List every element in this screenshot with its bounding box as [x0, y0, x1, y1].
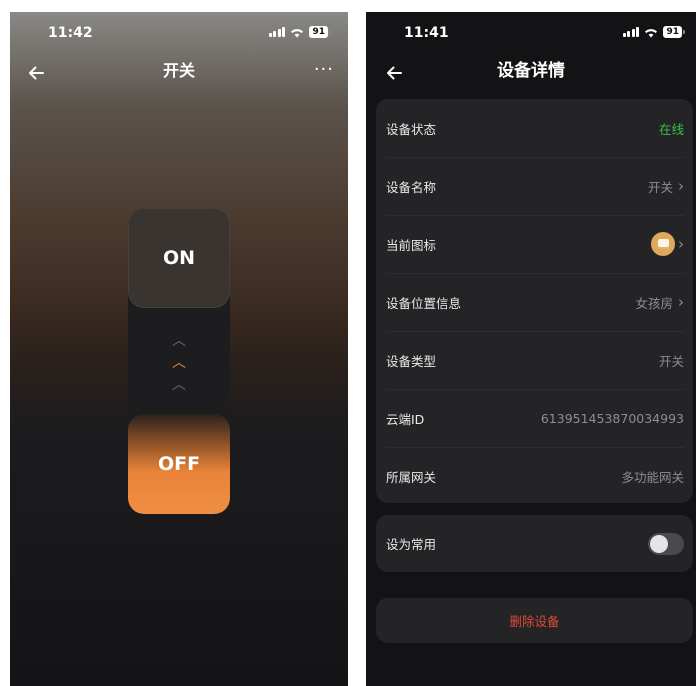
- device-name-row[interactable]: 设备名称 开关 ›: [376, 157, 693, 215]
- current-icon-row[interactable]: 当前图标 ›: [376, 215, 693, 273]
- device-name-value: 开关: [647, 179, 673, 195]
- chevron-up-icon: ︿: [172, 355, 186, 371]
- favorite-toggle[interactable]: [648, 532, 684, 555]
- status-time: 11:42: [48, 25, 93, 41]
- nav-bar: 设备详情: [366, 56, 696, 86]
- device-type-row: 设备类型 开关: [376, 331, 693, 389]
- device-details-screen: 11:41 91 设备详情 设备状态 在线 设备名称 开关 › 当前图标 › 设…: [366, 12, 696, 686]
- chevron-up-icon: ︿: [172, 333, 186, 349]
- switch-control-screen: 11:42 91 开关 ··· ON ︿ ︿ ︿ OFF: [10, 12, 348, 686]
- wifi-icon: [645, 28, 658, 37]
- off-button[interactable]: OFF: [128, 414, 230, 514]
- battery-icon: 91: [309, 26, 331, 38]
- system-icons: 91: [268, 26, 331, 38]
- chevron-right-icon: ›: [678, 293, 684, 311]
- row-label: 设备位置信息: [386, 295, 462, 311]
- status-row: 设备状态 在线: [376, 99, 693, 157]
- status-bar: 11:41 91: [366, 12, 696, 52]
- gateway-value: 多功能网关: [621, 469, 684, 485]
- favorite-row: 设为常用: [376, 515, 693, 572]
- signal-icon: [268, 27, 286, 37]
- row-label: 云端ID: [386, 411, 425, 427]
- row-label: 设备类型: [386, 353, 437, 369]
- row-label: 所属网关: [386, 469, 437, 485]
- row-value-wrap: 女孩房 ›: [635, 293, 684, 312]
- nav-bar: 开关 ···: [10, 56, 348, 86]
- cloud-id-value: 613951453870034993: [540, 410, 684, 426]
- delete-device-button[interactable]: 删除设备: [376, 598, 693, 643]
- status-value: 在线: [658, 121, 684, 137]
- device-icon-thumbnail: [651, 232, 675, 256]
- row-label: 当前图标: [386, 237, 437, 253]
- location-value: 女孩房: [635, 295, 673, 311]
- favorite-card: 设为常用: [376, 515, 693, 572]
- status-time: 11:41: [404, 25, 449, 41]
- chevron-right-icon: ›: [678, 177, 684, 195]
- delete-label: 删除设备: [509, 614, 560, 629]
- device-type-value: 开关: [658, 353, 684, 369]
- battery-icon: 91: [663, 26, 685, 38]
- system-icons: 91: [622, 26, 685, 38]
- swipe-indicator: ︿ ︿ ︿: [128, 330, 230, 396]
- row-label: 设备状态: [386, 121, 437, 137]
- page-title: 开关: [162, 61, 195, 80]
- more-icon[interactable]: ···: [314, 56, 334, 84]
- location-row[interactable]: 设备位置信息 女孩房 ›: [376, 273, 693, 331]
- status-bar: 11:42 91: [10, 12, 348, 52]
- chevron-up-icon: ︿: [172, 377, 186, 393]
- gateway-row: 所属网关 多功能网关: [376, 447, 693, 505]
- wifi-icon: [291, 28, 304, 37]
- chevron-right-icon: ›: [678, 235, 684, 253]
- favorite-label: 设为常用: [386, 537, 437, 552]
- signal-icon: [622, 27, 640, 37]
- row-value-wrap: 开关 ›: [648, 177, 684, 196]
- row-label: 设备名称: [386, 179, 437, 195]
- device-info-card: 设备状态 在线 设备名称 开关 › 当前图标 › 设备位置信息 女孩房 › 设备…: [376, 99, 693, 503]
- page-title: 设备详情: [497, 61, 565, 81]
- row-value-wrap: ›: [651, 232, 684, 256]
- switch-control[interactable]: ON ︿ ︿ ︿ OFF: [128, 208, 230, 514]
- cloud-id-row: 云端ID 613951453870034993: [376, 389, 693, 447]
- on-button[interactable]: ON: [128, 208, 230, 308]
